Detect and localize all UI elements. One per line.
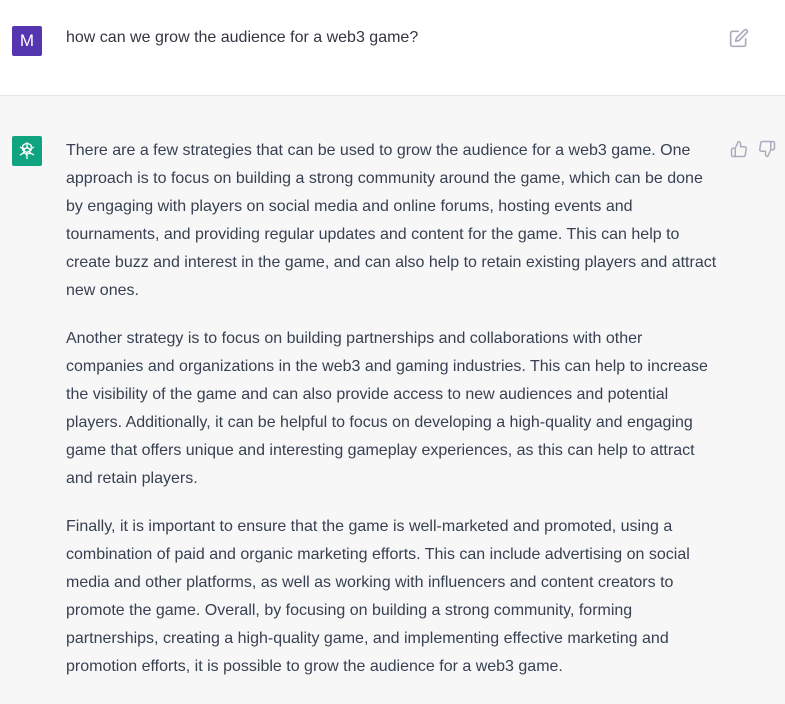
assistant-message-body: There are a few strategies that can be u… xyxy=(66,137,722,701)
assistant-avatar xyxy=(12,136,42,166)
chat-page: M how can we grow the audience for a web… xyxy=(0,0,785,704)
user-avatar: M xyxy=(12,26,42,56)
edit-icon[interactable] xyxy=(729,28,749,48)
openai-logo-icon xyxy=(19,142,35,160)
user-message-text: how can we grow the audience for a web3 … xyxy=(66,29,419,46)
assistant-paragraph: Another strategy is to focus on building… xyxy=(66,330,708,487)
assistant-paragraph: Finally, it is important to ensure that … xyxy=(66,518,690,675)
user-message-row: M how can we grow the audience for a web… xyxy=(0,0,785,96)
thumbs-down-icon[interactable] xyxy=(758,140,776,158)
assistant-paragraph: There are a few strategies that can be u… xyxy=(66,142,717,299)
assistant-message-row: There are a few strategies that can be u… xyxy=(0,96,785,704)
thumbs-up-icon[interactable] xyxy=(730,140,748,158)
